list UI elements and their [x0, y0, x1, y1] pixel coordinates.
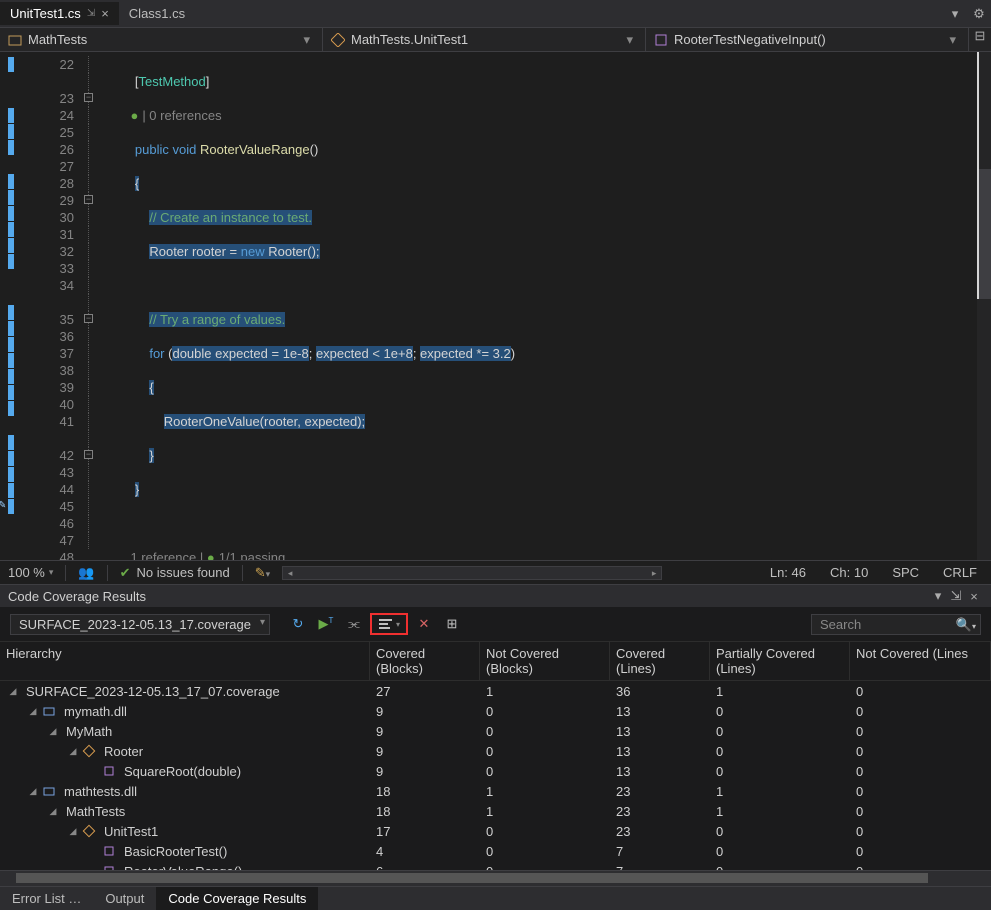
close-icon[interactable]: ×	[965, 589, 983, 604]
row-label: MathTests	[66, 804, 125, 819]
nav-type[interactable]: MathTests.UnitTest1 ▾	[323, 28, 646, 51]
row-label: BasicRooterTest()	[124, 844, 227, 859]
method-icon	[654, 33, 668, 47]
tool-window-tabs: Error List … Output Code Coverage Result…	[0, 886, 991, 910]
vertical-scrollbar[interactable]	[977, 52, 991, 560]
search-input[interactable]: Search🔍▾	[811, 614, 981, 635]
close-icon[interactable]: ×	[101, 6, 109, 21]
indent-indicator[interactable]: SPC	[886, 565, 925, 580]
row-label: SURFACE_2023-12-05.13_17_07.coverage	[26, 684, 280, 699]
table-row[interactable]: ◢UnitTest11702300	[0, 821, 991, 841]
dropdown-icon[interactable]: ▾	[929, 588, 947, 604]
class-icon	[82, 824, 96, 838]
code-content[interactable]: [TestMethod] ●| 0 references public void…	[100, 52, 991, 560]
tab-class1[interactable]: Class1.cs	[119, 2, 195, 25]
delete-icon[interactable]: ✕	[412, 613, 436, 635]
col-indicator[interactable]: Ch: 10	[824, 565, 874, 580]
search-icon: 🔍▾	[956, 617, 976, 633]
issues-indicator[interactable]: ✔No issues found	[120, 565, 230, 581]
asm-icon	[42, 784, 56, 798]
expand-icon[interactable]: ◢	[48, 806, 58, 817]
table-row[interactable]: ◢mymath.dll901300	[0, 701, 991, 721]
users-icon[interactable]: 👥	[78, 565, 94, 581]
tab-unittest1[interactable]: UnitTest1.cs ⇲ ×	[0, 2, 119, 25]
eol-indicator[interactable]: CRLF	[937, 565, 983, 580]
fold-margin[interactable]: − − − −	[82, 52, 100, 560]
expand-icon[interactable]: ◢	[28, 786, 38, 797]
row-label: MyMath	[66, 724, 112, 739]
class-icon	[82, 744, 96, 758]
table-row[interactable]: ◢Rooter901300	[0, 741, 991, 761]
row-label: Rooter	[104, 744, 143, 759]
row-label: UnitTest1	[104, 824, 158, 839]
refresh-icon[interactable]: ↻	[286, 613, 310, 635]
method-icon	[102, 764, 116, 778]
panel-titlebar[interactable]: Code Coverage Results ▾ ⇲ ×	[0, 585, 991, 607]
row-label: mathtests.dll	[64, 784, 137, 799]
expand-icon[interactable]: ◢	[68, 746, 78, 757]
merge-icon[interactable]: ⫘	[342, 613, 366, 635]
tab-label: Class1.cs	[129, 6, 185, 21]
coverage-grid-header[interactable]: Hierarchy Covered (Blocks) Not Covered (…	[0, 642, 991, 681]
class-icon	[331, 33, 345, 47]
editor-statusbar: 100 %▾ 👥 ✔No issues found ✎▾ ◂▸ Ln: 46 C…	[0, 560, 991, 584]
nav-scope[interactable]: MathTests ▾	[0, 28, 323, 51]
navigation-bar: MathTests ▾ MathTests.UnitTest1 ▾ Rooter…	[0, 28, 991, 52]
grid-horizontal-scrollbar[interactable]	[0, 870, 991, 886]
method-icon	[102, 844, 116, 858]
tab-label: UnitTest1.cs	[10, 6, 81, 21]
line-numbers: 2223 242526 272829 303132 3334 353637 38…	[22, 52, 82, 560]
row-label: mymath.dll	[64, 704, 127, 719]
table-row[interactable]: ◢MyMath901300	[0, 721, 991, 741]
table-row[interactable]: SquareRoot(double)901300	[0, 761, 991, 781]
chevron-down-icon: ▾	[622, 32, 637, 48]
tab-output[interactable]: Output	[93, 887, 156, 910]
gear-icon[interactable]: ⚙	[967, 6, 991, 22]
row-label: SquareRoot(double)	[124, 764, 241, 779]
chevron-down-icon: ▾	[945, 32, 960, 48]
tab-error-list[interactable]: Error List …	[0, 887, 93, 910]
expand-icon[interactable]: ◢	[8, 686, 18, 697]
asm-icon	[42, 704, 56, 718]
code-coverage-panel: Code Coverage Results ▾ ⇲ × SURFACE_2023…	[0, 584, 991, 886]
table-row[interactable]: ◢MathTests1812310	[0, 801, 991, 821]
zoom-combo[interactable]: 100 %▾	[8, 565, 53, 580]
code-editor[interactable]: ✎ 2223 242526 272829 303132 3334 353637 …	[0, 52, 991, 560]
pin-icon[interactable]: ⇲	[87, 8, 95, 19]
table-row[interactable]: ◢SURFACE_2023-12-05.13_17_07.coverage271…	[0, 681, 991, 701]
play-icon[interactable]: ▶T	[314, 613, 338, 635]
table-row[interactable]: ◢mathtests.dll1812310	[0, 781, 991, 801]
table-row[interactable]: BasicRooterTest()40700	[0, 841, 991, 861]
expand-icon[interactable]: ◢	[48, 726, 58, 737]
brush-icon[interactable]: ✎▾	[255, 565, 270, 581]
coverage-file-combo[interactable]: SURFACE_2023-12-05.13_17.coverage	[10, 614, 270, 635]
document-tabbar: UnitTest1.cs ⇲ × Class1.cs ▾ ⚙	[0, 0, 991, 28]
export-icon[interactable]: ⊞	[440, 613, 464, 635]
breakpoint-margin[interactable]: ✎	[0, 52, 22, 560]
table-row[interactable]: RooterValueRange()60700	[0, 861, 991, 870]
dropdown-icon[interactable]: ▾	[943, 6, 967, 22]
highlight-toggle[interactable]: ▾	[370, 613, 408, 635]
pin-icon[interactable]: ⇲	[947, 588, 965, 604]
split-icon[interactable]: ⊟	[969, 28, 991, 51]
expand-icon[interactable]: ◢	[68, 826, 78, 837]
coverage-toolbar: SURFACE_2023-12-05.13_17.coverage ↻ ▶T ⫘…	[0, 607, 991, 642]
line-indicator[interactable]: Ln: 46	[764, 565, 812, 580]
chevron-down-icon: ▾	[299, 32, 314, 48]
nav-member[interactable]: RooterTestNegativeInput() ▾	[646, 28, 969, 51]
coverage-grid-body[interactable]: ◢SURFACE_2023-12-05.13_17_07.coverage271…	[0, 681, 991, 870]
horizontal-scrollbar[interactable]: ◂▸	[282, 566, 662, 580]
expand-icon[interactable]: ◢	[28, 706, 38, 717]
project-icon	[8, 33, 22, 47]
tab-code-coverage[interactable]: Code Coverage Results	[156, 887, 318, 910]
